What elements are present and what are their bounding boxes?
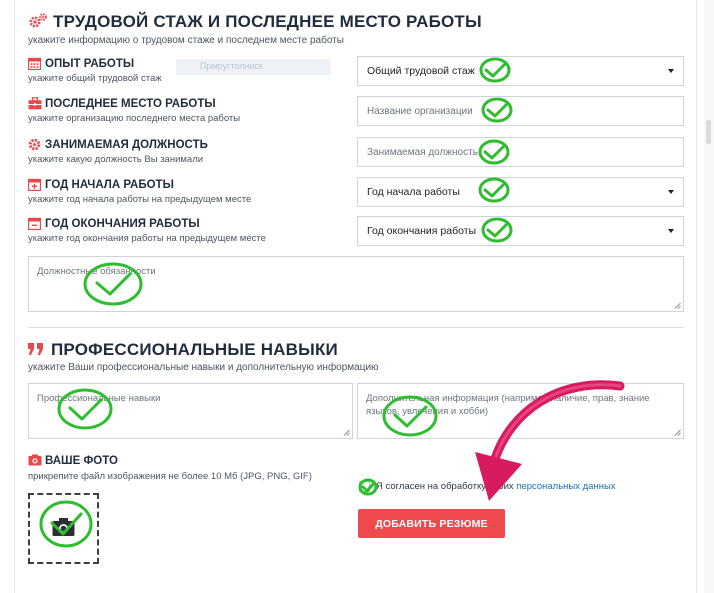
experience-select-value: Общий трудовой стаж (367, 65, 475, 77)
calendar-minus-icon (28, 217, 41, 230)
photo-label: ВАШЕ ФОТО (45, 455, 118, 467)
start-year-select[interactable]: Год начала работы (357, 177, 684, 207)
personal-data-link[interactable]: персональных данных (516, 481, 615, 492)
last-job-label: ПОСЛЕДНЕЕ МЕСТО РАБОТЫ (45, 98, 216, 110)
faded-overlay-chip: Прмругтолниск (176, 59, 331, 75)
last-job-hint: укажите организацию последнего места раб… (28, 113, 241, 124)
position-label: ЗАНИМАЕМАЯ ДОЛЖНОСТЬ (45, 139, 208, 151)
scrollbar-thumb[interactable] (706, 120, 711, 144)
position-hint: укажите какую должность Вы занимали (28, 154, 204, 165)
end-year-label: ГОД ОКОНЧАНИЯ РАБОТЫ (45, 218, 200, 230)
skills-textarea[interactable]: Профессиональные навыки (28, 383, 353, 439)
end-year-hint: укажите год окончания работы на предыдущ… (28, 233, 266, 244)
section-divider (28, 327, 684, 328)
calendar-icon (28, 57, 41, 70)
calendar-plus-icon (28, 178, 41, 191)
photo-upload-dropzone[interactable] (28, 493, 99, 564)
consent-checkbox[interactable] (359, 481, 370, 492)
work-section-hint: укажите информацию о трудовом стаже и по… (28, 35, 344, 46)
skills-section-hint: укажите Ваши профессиональные навыки и д… (28, 362, 379, 373)
resize-grip-icon[interactable] (674, 429, 681, 436)
skills-textarea-placeholder: Профессиональные навыки (37, 393, 161, 404)
start-year-hint: укажите год начала работы на предыдущем … (28, 194, 252, 205)
resize-grip-icon[interactable] (343, 429, 350, 436)
organization-input-placeholder: Название организации (367, 105, 473, 117)
start-year-select-value: Год начала работы (367, 186, 460, 198)
extra-info-textarea[interactable]: Дополнительная информация (например нали… (357, 383, 684, 439)
gears-icon (29, 13, 47, 28)
scrollbar-track[interactable] (704, 0, 714, 593)
start-year-label: ГОД НАЧАЛА РАБОТЫ (45, 179, 174, 191)
skills-section-title: ПРОФЕССИОНАЛЬНЫЕ НАВЫКИ (51, 340, 338, 359)
duties-textarea-placeholder: Должностные обязанности (37, 266, 156, 277)
experience-select[interactable]: Общий трудовой стаж (357, 56, 684, 86)
position-input[interactable]: Занимаемая должность (357, 137, 684, 167)
extra-info-textarea-placeholder: Дополнительная информация (например нали… (366, 393, 650, 417)
experience-label: ОПЫТ РАБОТЫ (45, 58, 135, 70)
gear-icon (28, 138, 41, 151)
right-border (696, 0, 697, 593)
photo-icon (28, 454, 42, 466)
chevron-down-icon (668, 229, 674, 233)
left-border (14, 0, 15, 593)
consent-label[interactable]: Я согласен на обработку своих персональн… (376, 481, 616, 492)
end-year-select-value: Год окончания работы (367, 225, 477, 237)
experience-hint: укажите общий трудовой стаж (28, 73, 162, 84)
consent-text: Я согласен на обработку своих (376, 481, 517, 492)
position-input-placeholder: Занимаемая должность (367, 146, 478, 158)
resize-grip-icon[interactable] (674, 302, 681, 309)
camera-icon (52, 518, 75, 536)
work-section-title: ТРУДОВОЙ СТАЖ И ПОСЛЕДНЕЕ МЕСТО РАБОТЫ (53, 12, 482, 31)
quote-icon (28, 343, 43, 355)
chevron-down-icon (668, 69, 674, 73)
chevron-down-icon (668, 190, 674, 194)
organization-input[interactable]: Название организации (357, 96, 684, 126)
duties-textarea[interactable]: Должностные обязанности (28, 256, 684, 312)
briefcase-icon (28, 97, 42, 110)
add-resume-button[interactable]: ДОБАВИТЬ РЕЗЮМЕ (358, 509, 505, 538)
end-year-select[interactable]: Год окончания работы (357, 216, 684, 246)
photo-hint: прикрепите файл изображения не более 10 … (28, 471, 312, 482)
